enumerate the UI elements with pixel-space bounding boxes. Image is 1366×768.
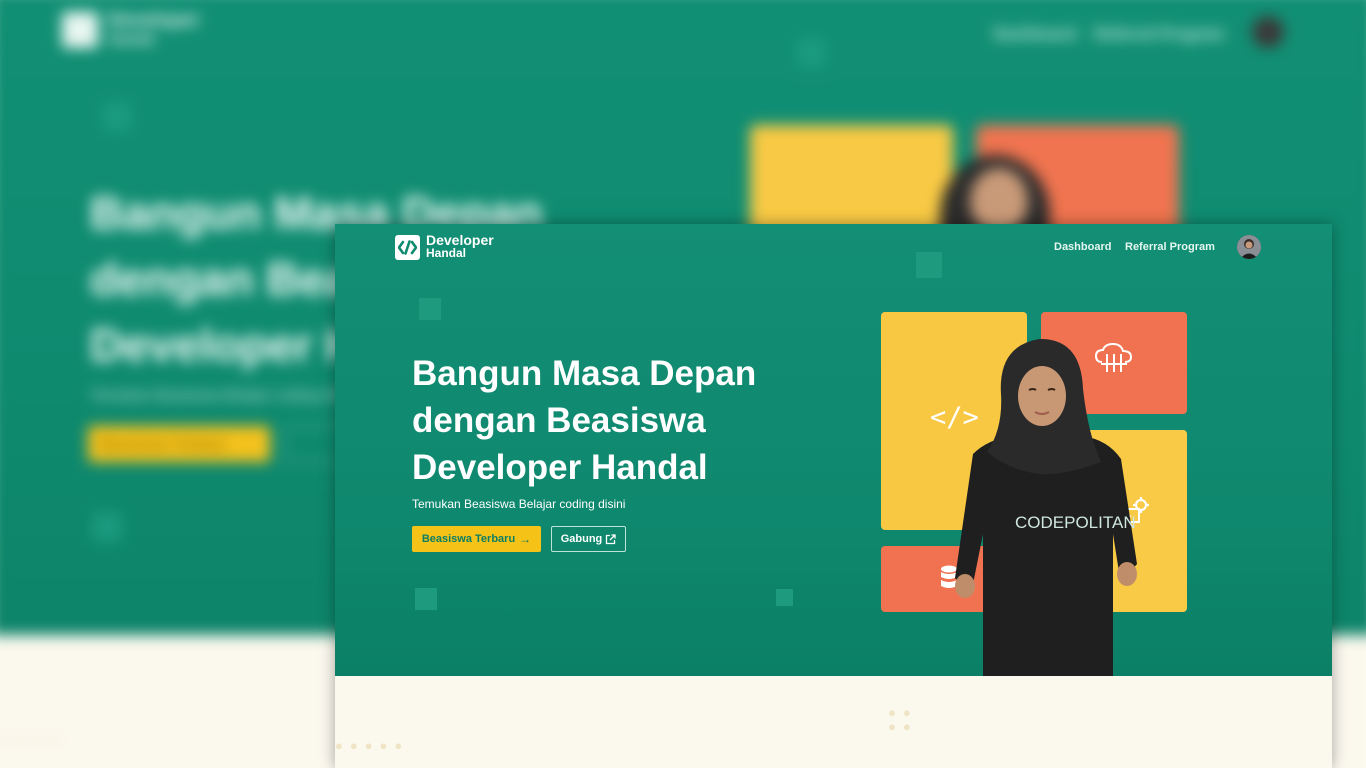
bg-logo-text: Developer Handal xyxy=(108,10,200,47)
external-link-icon xyxy=(605,533,616,545)
hero-headline: Bangun Masa Depan dengan Beasiswa Develo… xyxy=(412,350,812,491)
hero-headline-line3: Developer Handal xyxy=(412,448,708,487)
bg-nav-referral: Referral Program xyxy=(1094,26,1225,43)
dot-pattern-left: ●●●●● xyxy=(335,738,410,753)
gabung-button[interactable]: Gabung xyxy=(551,526,626,552)
person-illustration: CODEPOLITAN xyxy=(955,338,1137,676)
hero-headline-line1: Bangun Masa Depan xyxy=(412,354,757,393)
shirt-text: CODEPOLITAN xyxy=(1015,513,1136,532)
bg-nav-dashboard: Dashboard xyxy=(993,26,1077,43)
gabung-label: Gabung xyxy=(560,533,603,545)
bg-avatar xyxy=(1252,16,1284,48)
beasiswa-terbaru-button[interactable]: Beasiswa Terbaru → xyxy=(412,526,541,552)
hero-headline-line2: dengan Beasiswa xyxy=(412,401,706,440)
decorative-square xyxy=(776,589,793,606)
dot-pattern-right: ●● ●● xyxy=(888,705,918,734)
bg-deco-square xyxy=(796,38,826,68)
nav-referral-program-link[interactable]: Referral Program xyxy=(1125,241,1215,253)
decorative-square xyxy=(415,588,437,610)
decorative-square xyxy=(916,252,942,278)
user-avatar[interactable] xyxy=(1237,235,1261,259)
bg-dot-pattern: ●●●● xyxy=(0,730,70,746)
arrow-right-icon: → xyxy=(519,532,532,546)
brand-logo[interactable]: Developer Handal xyxy=(395,233,494,260)
bg-deco-square xyxy=(92,512,122,542)
brand-name: Developer Handal xyxy=(426,233,494,260)
bg-deco-square xyxy=(102,102,132,132)
decorative-square xyxy=(419,298,441,320)
nav-dashboard-link[interactable]: Dashboard xyxy=(1054,241,1111,253)
brand-name-line2: Handal xyxy=(426,246,467,260)
hero-section: Developer Handal Dashboard Referral Prog… xyxy=(335,224,1332,676)
landing-page-window: Developer Handal Dashboard Referral Prog… xyxy=(335,224,1332,768)
bg-logo-icon xyxy=(62,12,98,48)
beasiswa-terbaru-label: Beasiswa Terbaru xyxy=(421,533,516,545)
developer-handal-logo-icon xyxy=(395,234,420,260)
bg-primary-button: Beasiswa Terbaru xyxy=(88,426,270,462)
bg-subtitle: Temukan Beasiswa Belajar coding disini xyxy=(90,387,357,404)
hero-subtitle: Temukan Beasiswa Belajar coding disini xyxy=(412,497,626,511)
